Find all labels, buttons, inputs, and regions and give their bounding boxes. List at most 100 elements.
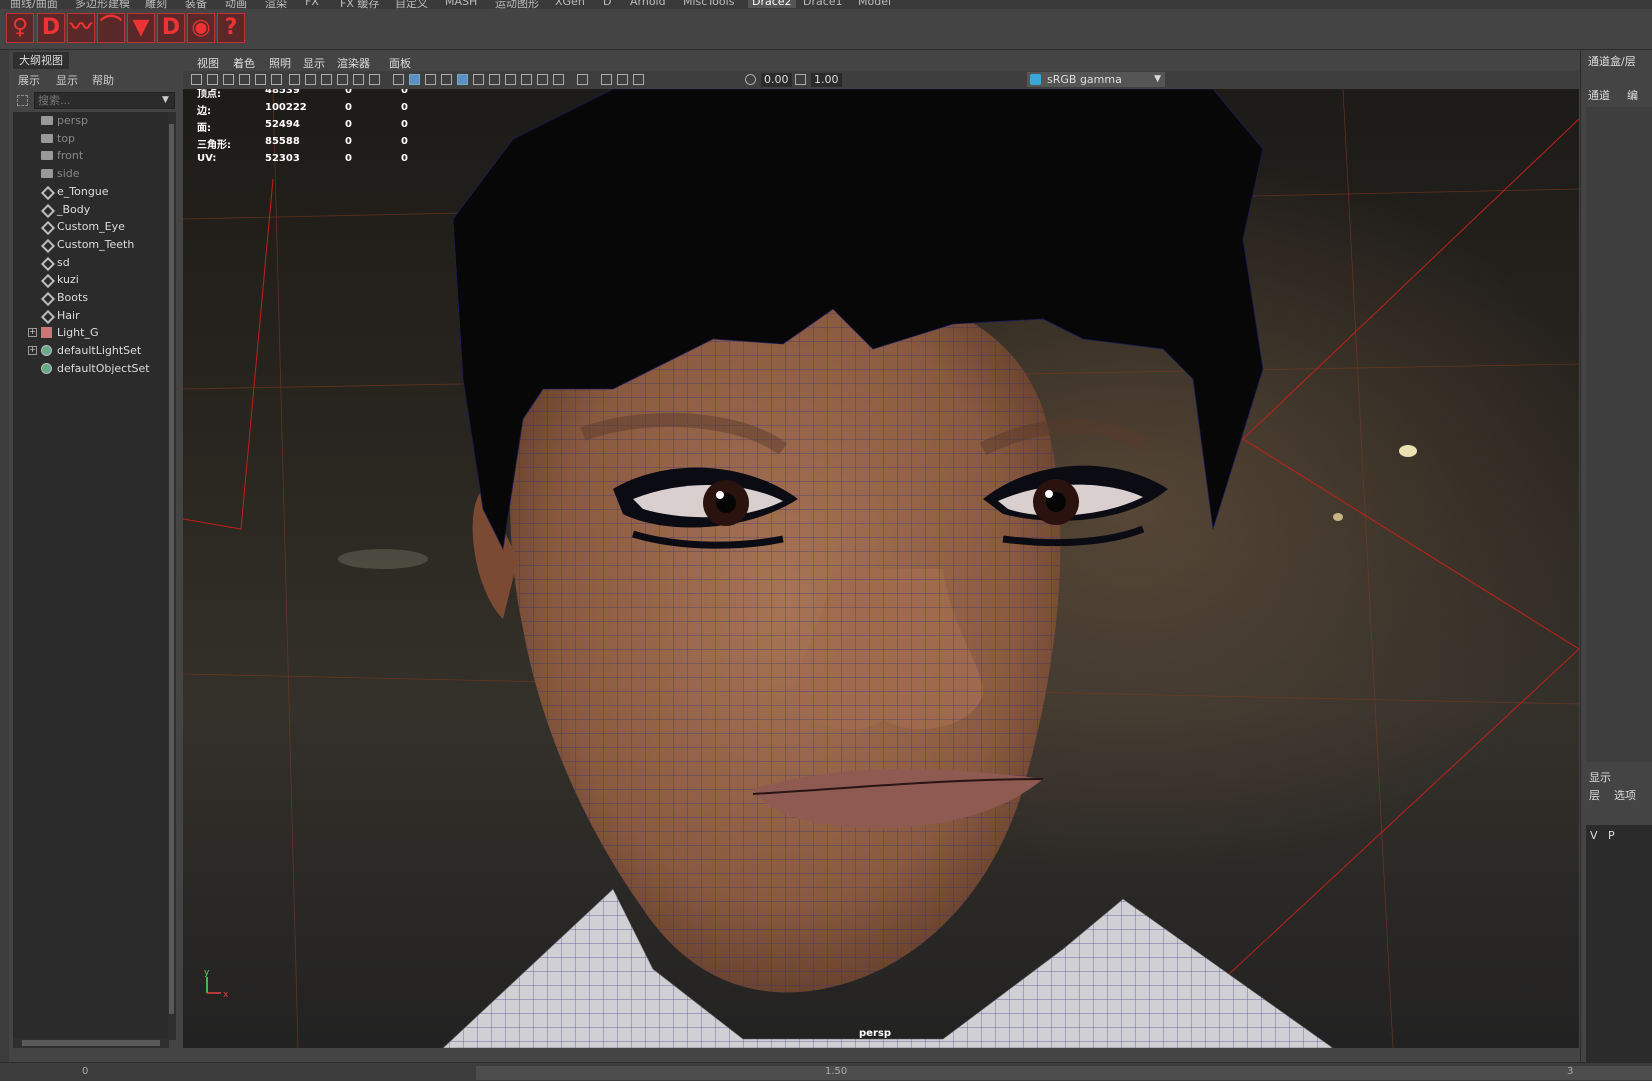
layer-display-tab[interactable]: 显示 [1589,769,1611,785]
xray-joints-icon[interactable] [617,74,628,85]
panel-menu-item[interactable]: 显示 [303,55,325,71]
gamma-icon[interactable] [795,74,806,85]
time-slider[interactable]: 0 1.50 3 [0,1062,1652,1081]
outliner-item-body[interactable]: _Body [13,201,169,218]
outliner-item-persp[interactable]: persp [13,112,169,129]
outliner-item-e-tongue[interactable]: e_Tongue [13,183,169,200]
daz-logo-icon[interactable]: D [157,13,185,43]
shelf-tab[interactable]: XGen [555,0,585,8]
film-gate-icon[interactable] [289,74,300,85]
shelf-tab[interactable]: Drace2 [748,0,796,8]
shelf-tab[interactable]: 雕刻 [145,0,167,9]
exposure-icon[interactable] [745,74,756,85]
resolution-gate-icon[interactable] [305,74,316,85]
color-space-select[interactable]: sRGB gamma ▼ [1027,72,1165,87]
shelf-tab[interactable]: MiscTools [683,0,734,8]
outliner-item-custom-teeth[interactable]: Custom_Teeth [13,236,169,253]
gate-mask-icon[interactable] [321,74,332,85]
expand-icon[interactable]: + [28,328,37,338]
gamma-field[interactable]: 1.00 [811,73,842,87]
outliner-item-side[interactable]: side [13,165,169,182]
outliner-item-custom-eye[interactable]: Custom_Eye [13,218,169,236]
eyebrow-icon[interactable]: ⌒ [97,13,125,43]
smooth-shade-icon[interactable] [409,74,420,85]
backface-culling-icon[interactable] [633,74,644,85]
image-plane-icon[interactable] [239,74,250,85]
xray-icon[interactable] [601,74,612,85]
panel-menu-item[interactable]: 视图 [197,55,219,71]
outliner-menu-display[interactable]: 显示 [56,72,78,88]
grease-pencil-icon[interactable] [255,74,266,85]
safe-action-icon[interactable] [353,74,364,85]
shirt-icon[interactable]: ▼ [127,13,155,43]
scrollbar-thumb[interactable] [169,124,174,1014]
outliner-title-tab[interactable]: 大纲视图 [13,52,69,69]
scrollbar-thumb[interactable] [22,1040,160,1046]
shelf-tab[interactable]: Drace1 [803,0,843,8]
grid-icon[interactable] [271,74,282,85]
select-camera-icon[interactable] [191,74,202,85]
channel-tab[interactable]: 通道 [1588,87,1610,103]
bookmark-icon[interactable] [223,74,234,85]
outliner-item-top[interactable]: top [13,130,169,147]
default-lighting-icon[interactable] [425,74,436,85]
field-chart-icon[interactable] [337,74,348,85]
shelf-tab[interactable]: Model [858,0,891,8]
shadows-icon[interactable] [489,74,500,85]
safe-title-icon[interactable] [369,74,380,85]
expand-icon[interactable]: + [28,346,37,356]
shelf-tab[interactable]: 自定义 [395,0,428,9]
isolate-select-icon[interactable] [577,74,588,85]
daz-d-icon[interactable]: D [37,13,65,43]
shelf-tab[interactable]: 多边形建模 [75,0,130,9]
outliner-horizontal-scrollbar[interactable] [13,1038,169,1048]
wireframe-on-shaded-icon[interactable] [441,74,452,85]
panel-menu-item[interactable]: 面板 [389,55,411,71]
shelf-tab[interactable]: MASH [445,0,477,8]
motion-blur-icon[interactable] [521,74,532,85]
outliner-menu-show[interactable]: 展示 [18,72,40,88]
exposure-field[interactable]: 0.00 [761,73,792,87]
shelf-tab[interactable]: Arnold [630,0,666,8]
chevron-down-icon[interactable]: ▼ [162,95,169,105]
panel-menu-item[interactable]: 渲染器 [337,55,370,71]
lips-icon[interactable]: 〰 [67,13,95,43]
shelf-tab[interactable]: 渲染 [265,0,287,9]
use-lights-icon[interactable] [473,74,484,85]
outliner-item-defaultlightset[interactable]: + defaultLightSet [13,342,169,359]
outliner-item-front[interactable]: front [13,147,169,164]
time-range[interactable] [476,1066,1652,1080]
human-figure-icon[interactable]: ♀ [6,13,34,43]
wireframe-icon[interactable] [393,74,404,85]
shelf-tab[interactable]: FX [305,0,319,8]
channel-box-title[interactable]: 通道盒/层 [1588,53,1636,69]
shelf-tab[interactable]: 装备 [185,0,207,9]
outliner-item-sd[interactable]: sd [13,254,169,271]
select-filter-icon[interactable] [17,95,28,106]
daz-badge-icon[interactable]: ◉ [187,13,215,43]
viewport-scene[interactable]: y x [183,89,1579,1048]
shelf-tab[interactable]: 动画 [225,0,247,9]
outliner-item-light-g[interactable]: + Light_G [13,324,169,341]
outliner-search-input[interactable]: 搜索... [34,92,175,109]
help-question-icon[interactable]: ? [217,13,245,43]
outliner-menu-help[interactable]: 帮助 [92,72,114,88]
outliner-item-kuzi[interactable]: kuzi [13,271,169,289]
color-management-icon[interactable] [1030,74,1041,85]
depth-of-field-icon[interactable] [553,74,564,85]
3d-viewport[interactable]: y x 顶点: 48539 0 0 边: 100222 0 0 面: 52494 0 0 三角形: 855… [183,89,1579,1048]
layer-menu-layers[interactable]: 层 [1589,787,1600,803]
panel-menu-item[interactable]: 照明 [269,55,291,71]
camera-attributes-icon[interactable] [207,74,218,85]
shelf-tab[interactable]: D [603,0,611,8]
outliner-item-boots[interactable]: Boots [13,289,169,307]
edit-tab[interactable]: 编 [1627,87,1638,103]
shelf-tab[interactable]: FX 缓存 [340,0,379,9]
layer-menu-options[interactable]: 选项 [1614,787,1636,803]
outliner-vertical-scrollbar[interactable] [168,112,176,1040]
panel-menu-item[interactable]: 着色 [233,55,255,71]
shelf-tab[interactable]: 曲线/曲面 [10,0,58,9]
screen-space-ao-icon[interactable] [505,74,516,85]
shelf-tab[interactable]: 运动图形 [495,0,539,9]
outliner-item-defaultobjectset[interactable]: defaultObjectSet [13,360,169,377]
